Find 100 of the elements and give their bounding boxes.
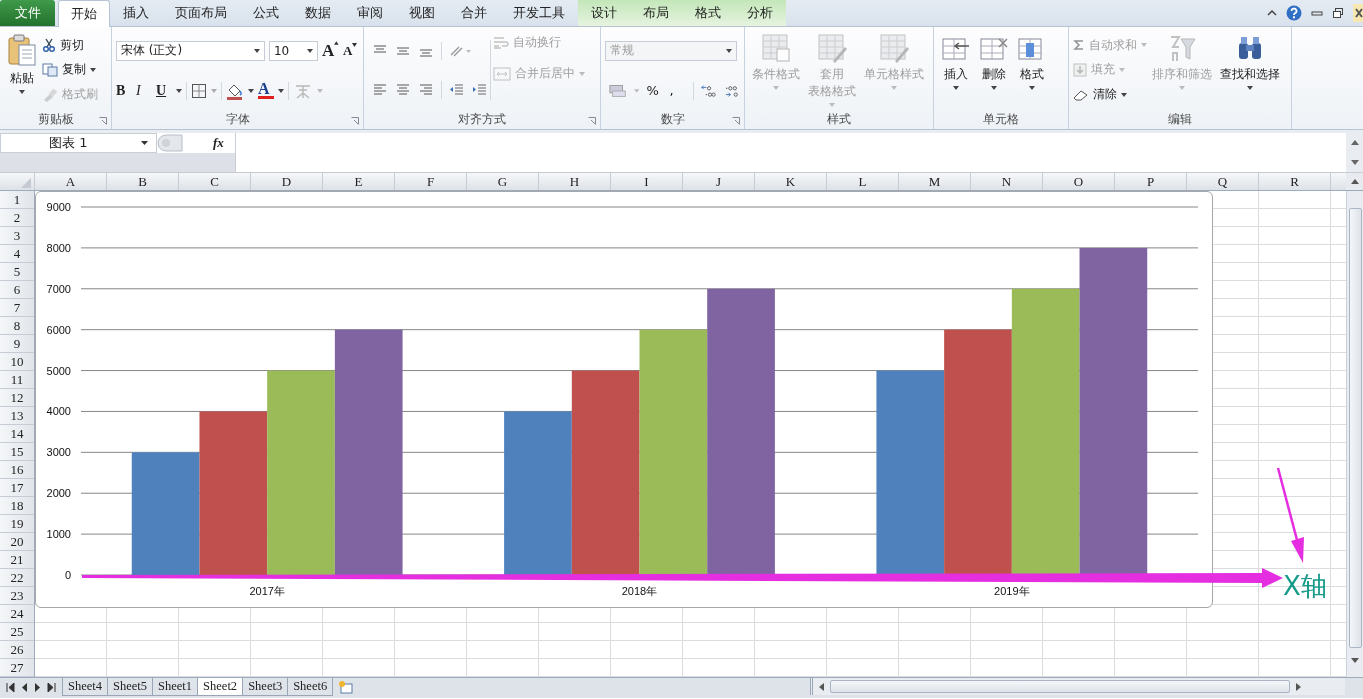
shrink-font-button[interactable]: A: [343, 42, 359, 59]
horizontal-scrollbar[interactable]: [810, 678, 1345, 695]
row-header[interactable]: 22: [0, 569, 34, 587]
ribbon-tab[interactable]: 页面布局: [162, 0, 240, 26]
row-header[interactable]: 1: [0, 191, 34, 209]
sheet-tab[interactable]: Sheet4: [62, 678, 109, 696]
ribbon-tab[interactable]: 开发工具: [500, 0, 578, 26]
cut-button[interactable]: 剪切: [42, 36, 98, 54]
insert-function-button[interactable]: fx: [213, 135, 224, 151]
column-header[interactable]: J: [683, 173, 755, 190]
italic-button[interactable]: I: [136, 82, 152, 99]
dialog-launcher-icon[interactable]: [732, 117, 740, 125]
new-sheet-icon[interactable]: [338, 680, 355, 694]
chart-area[interactable]: 0 1000 2000 3000 4000 5000 6000 7000 8000 9000 2017年 2018年 2019年: [35, 191, 1213, 608]
column-header[interactable]: M: [899, 173, 971, 190]
first-sheet-icon[interactable]: [6, 682, 15, 692]
bold-button[interactable]: B: [116, 82, 132, 99]
close-icon[interactable]: [1353, 3, 1363, 22]
align-right-icon[interactable]: [418, 82, 434, 97]
formula-input[interactable]: [235, 133, 1346, 172]
row-header[interactable]: 13: [0, 407, 34, 425]
row-header[interactable]: 15: [0, 443, 34, 461]
find-select-button[interactable]: 查找和选择: [1217, 31, 1283, 109]
grow-font-button[interactable]: A: [322, 40, 339, 61]
dialog-launcher-icon[interactable]: [99, 117, 107, 125]
row-header[interactable]: 10: [0, 353, 34, 371]
row-header[interactable]: 23: [0, 587, 34, 605]
column-header[interactable]: K: [755, 173, 827, 190]
column-header[interactable]: B: [107, 173, 179, 190]
row-header[interactable]: 16: [0, 461, 34, 479]
comma-button[interactable]: ,: [669, 83, 686, 98]
ribbon-tab[interactable]: 格式: [682, 0, 734, 26]
font-name-field[interactable]: 宋体 (正文): [116, 40, 265, 61]
currency-icon[interactable]: [609, 82, 628, 99]
sheet-tab[interactable]: Sheet3: [242, 678, 289, 696]
paste-button[interactable]: 粘贴: [4, 31, 40, 109]
column-header[interactable]: R: [1259, 173, 1331, 190]
row-header[interactable]: 26: [0, 641, 34, 659]
row-header[interactable]: 7: [0, 299, 34, 317]
increase-decimal-icon[interactable]: [700, 82, 717, 99]
align-left-icon[interactable]: [372, 82, 388, 97]
last-sheet-icon[interactable]: [47, 682, 56, 692]
restore-icon[interactable]: [1332, 6, 1344, 19]
row-header[interactable]: 4: [0, 245, 34, 263]
underline-button[interactable]: U: [156, 82, 172, 99]
row-header[interactable]: 6: [0, 281, 34, 299]
row-header[interactable]: 2: [0, 209, 34, 227]
ribbon-tab[interactable]: 分析: [734, 0, 786, 26]
column-header[interactable]: O: [1043, 173, 1115, 190]
column-header[interactable]: D: [251, 173, 323, 190]
sheet-tab[interactable]: Sheet1: [152, 678, 199, 696]
row-header[interactable]: 18: [0, 497, 34, 515]
cells-button[interactable]: 删除: [976, 31, 1012, 109]
cancel-icon[interactable]: [157, 134, 183, 152]
ribbon-tab[interactable]: 审阅: [344, 0, 396, 26]
row-header[interactable]: 3: [0, 227, 34, 245]
ribbon-tab[interactable]: 公式: [240, 0, 292, 26]
dialog-launcher-icon[interactable]: [588, 117, 596, 125]
increase-indent-icon[interactable]: [472, 82, 488, 97]
column-header[interactable]: L: [827, 173, 899, 190]
row-header[interactable]: 11: [0, 371, 34, 389]
next-sheet-icon[interactable]: [34, 682, 41, 692]
clear-button[interactable]: 清除: [1073, 86, 1147, 104]
row-header[interactable]: 8: [0, 317, 34, 335]
sheet-tab[interactable]: Sheet2: [197, 678, 244, 696]
percent-button[interactable]: %: [646, 83, 663, 98]
row-header[interactable]: 19: [0, 515, 34, 533]
ribbon-tab[interactable]: 文件: [0, 0, 55, 26]
name-box[interactable]: 图表 1: [0, 133, 157, 153]
ribbon-tab[interactable]: 插入: [110, 0, 162, 26]
ribbon-tab[interactable]: 视图: [396, 0, 448, 26]
row-header[interactable]: 12: [0, 389, 34, 407]
vertical-scrollbar[interactable]: [1346, 191, 1363, 677]
column-header[interactable]: N: [971, 173, 1043, 190]
column-header[interactable]: C: [179, 173, 251, 190]
row-header[interactable]: 14: [0, 425, 34, 443]
previous-sheet-icon[interactable]: [21, 682, 28, 692]
cells-button[interactable]: 格式: [1014, 31, 1050, 109]
row-header[interactable]: 9: [0, 335, 34, 353]
collapse-ribbon-icon[interactable]: [1267, 8, 1277, 17]
ribbon-tab[interactable]: 布局: [630, 0, 682, 26]
sheet-tab[interactable]: Sheet5: [107, 678, 154, 696]
font-size-field[interactable]: 10: [268, 40, 319, 61]
decrease-indent-icon[interactable]: [449, 82, 465, 97]
dialog-launcher-icon[interactable]: [351, 117, 359, 125]
row-header[interactable]: 24: [0, 605, 34, 623]
column-header[interactable]: A: [35, 173, 107, 190]
ribbon-tab[interactable]: 数据: [292, 0, 344, 26]
column-header[interactable]: I: [611, 173, 683, 190]
help-icon[interactable]: [1286, 4, 1302, 21]
sheet-tab[interactable]: Sheet6: [287, 678, 334, 696]
row-header[interactable]: 25: [0, 623, 34, 641]
ribbon-tab[interactable]: 开始: [58, 0, 110, 27]
column-header[interactable]: P: [1115, 173, 1187, 190]
row-header[interactable]: 17: [0, 479, 34, 497]
copy-button[interactable]: 复制: [42, 61, 98, 79]
align-center-icon[interactable]: [395, 82, 411, 97]
row-header[interactable]: 5: [0, 263, 34, 281]
borders-icon[interactable]: [191, 82, 207, 99]
font-color-button[interactable]: A: [258, 82, 274, 99]
